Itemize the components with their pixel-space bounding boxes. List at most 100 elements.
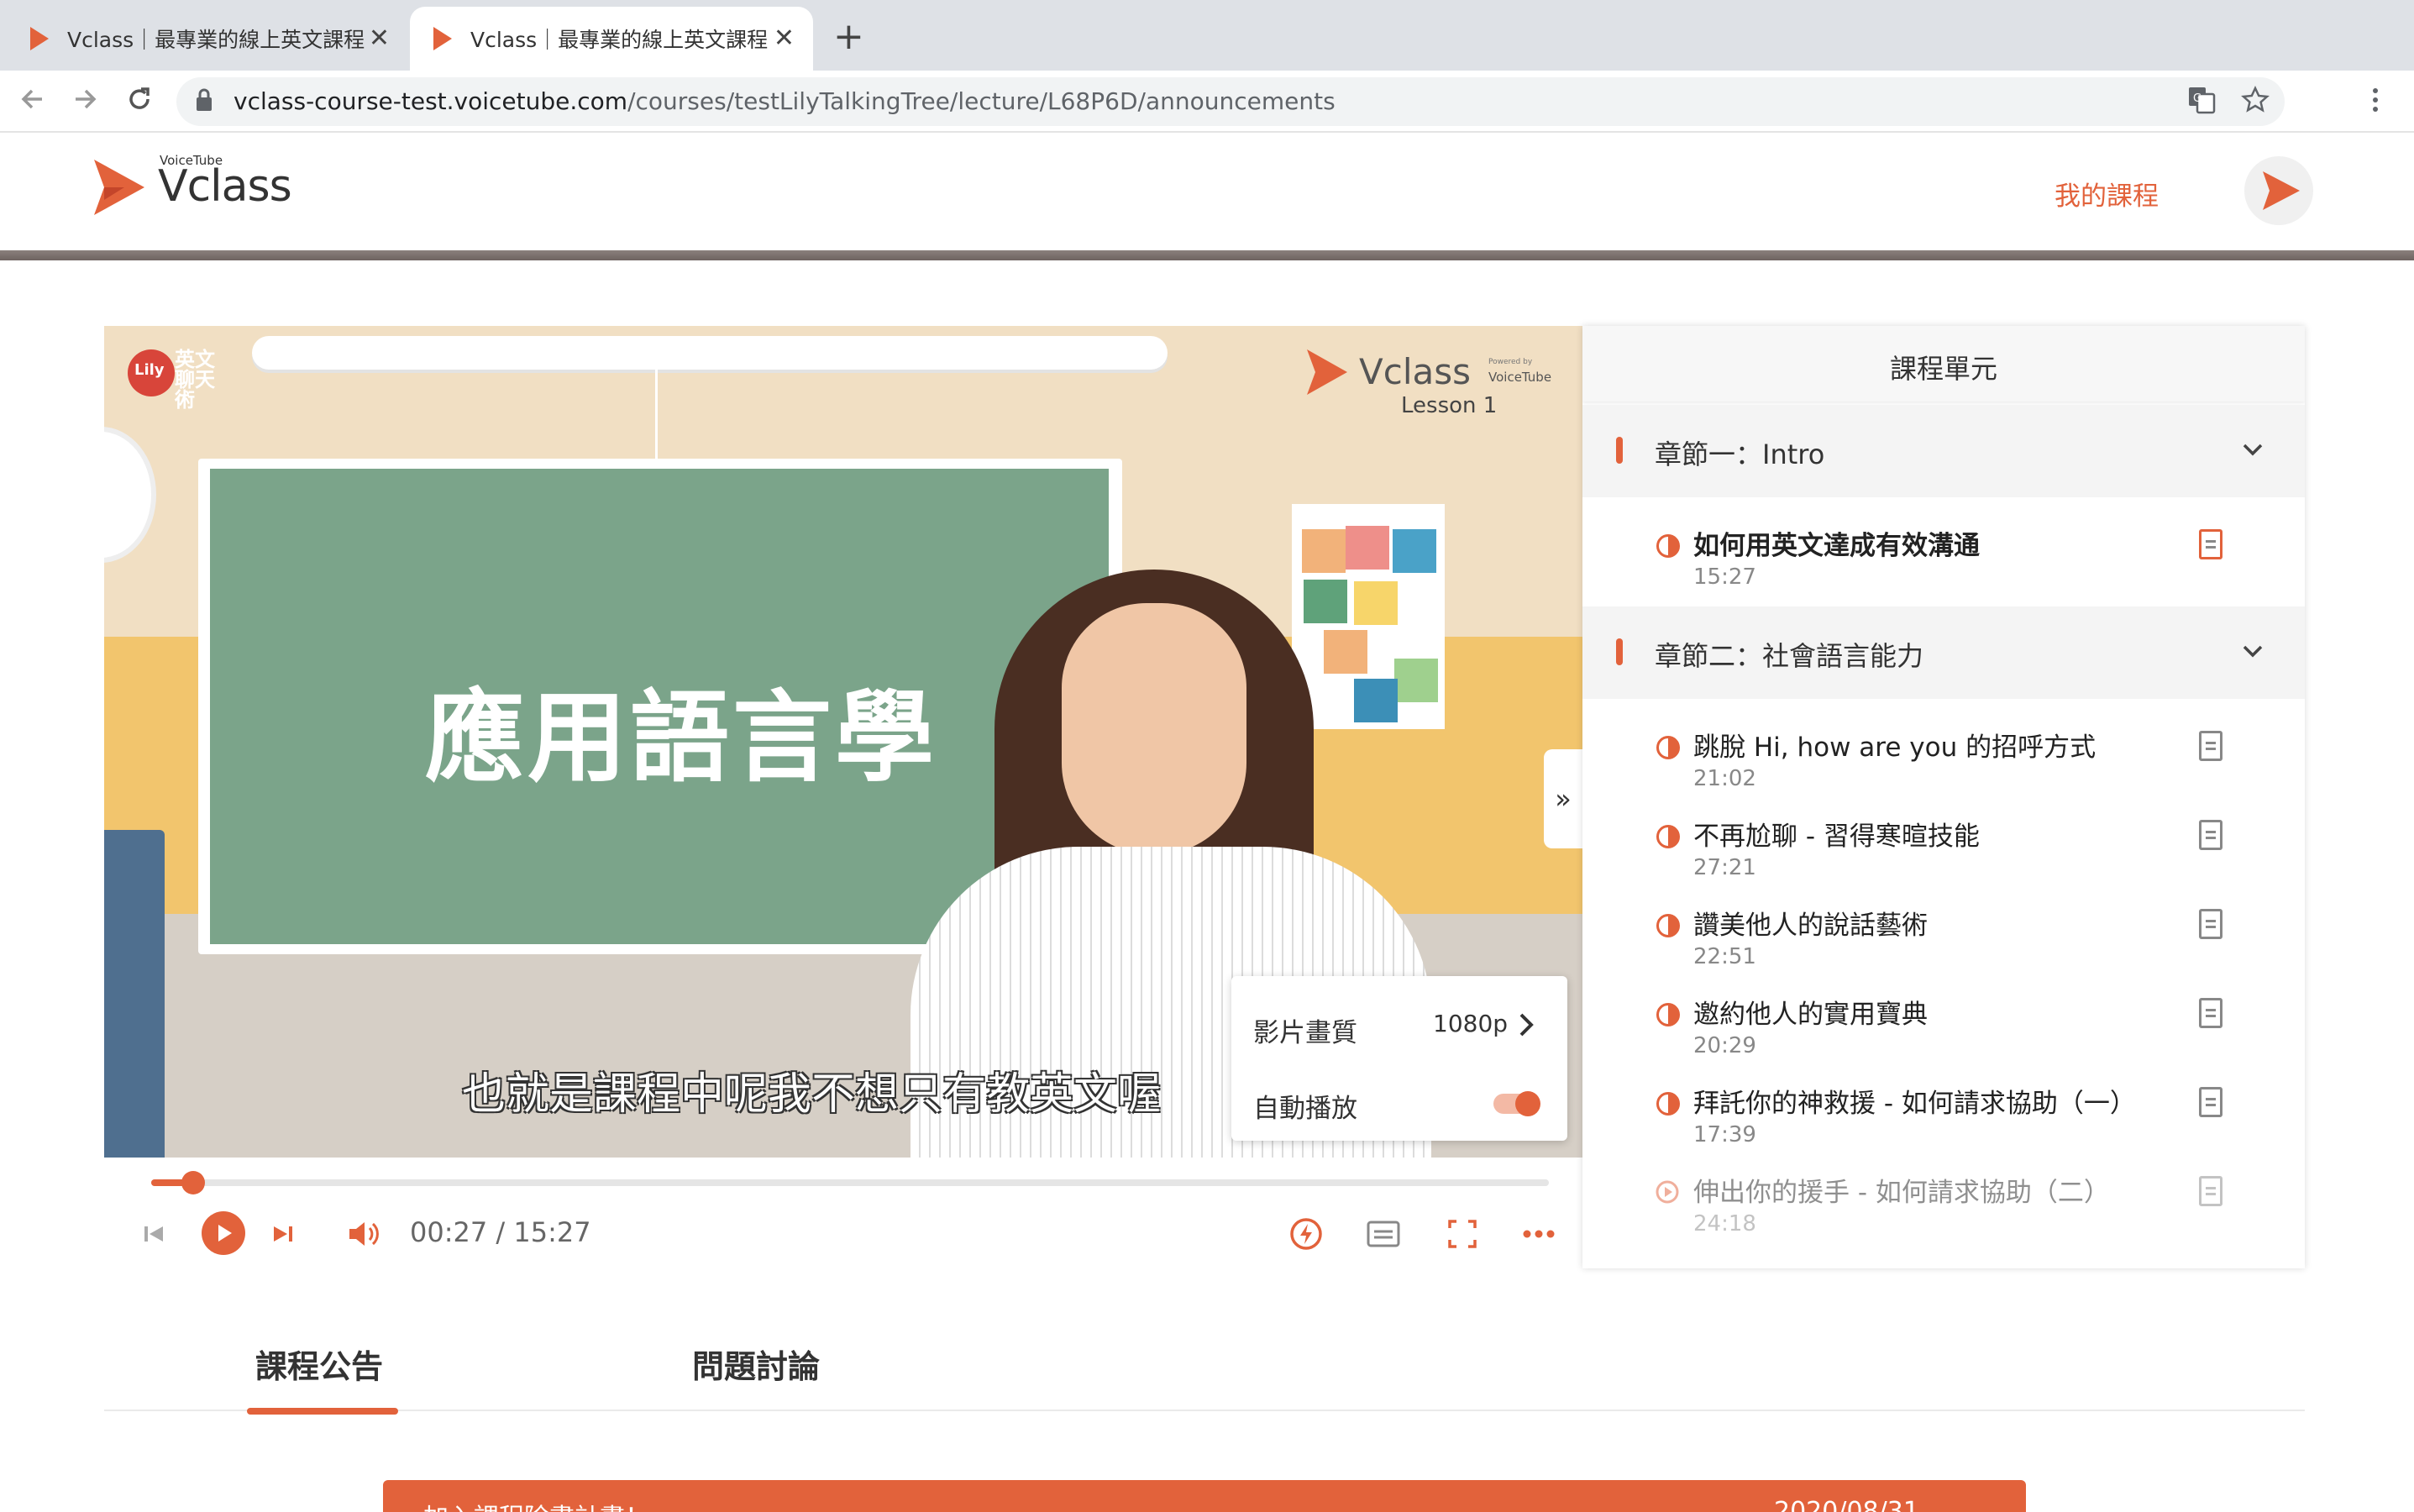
lesson-duration: 24:18 — [1693, 1211, 1756, 1236]
new-tab-button[interactable]: + — [833, 15, 864, 58]
tab-discussion[interactable]: 問題討論 — [692, 1341, 820, 1387]
chapter-header[interactable]: 章節二：社會語言能力 — [1582, 606, 2305, 699]
reload-icon[interactable] — [124, 84, 155, 114]
tab-title: Vclass｜最專業的線上英文課程 — [470, 28, 769, 52]
chevron-right-icon[interactable] — [1517, 1011, 1535, 1038]
lesson-notes-icon[interactable] — [2199, 1087, 2222, 1117]
autoplay-toggle[interactable] — [1493, 1091, 1540, 1116]
volume-icon[interactable] — [346, 1218, 383, 1250]
lesson-duration: 15:27 — [1693, 564, 1756, 590]
bookmark-star-icon[interactable] — [2241, 86, 2270, 114]
lesson-item[interactable]: 如何用英文達成有效溝通 15:27 — [1582, 522, 2305, 612]
announcement-title: 加入課程除書計畫！ — [423, 1497, 650, 1512]
lesson-title: 伸出你的援手 - 如何請求協助（二） — [1693, 1178, 2110, 1208]
projector-screen — [252, 336, 1168, 370]
double-chevron-icon: » — [1555, 783, 1572, 815]
quality-label: 影片畫質 — [1253, 1018, 1357, 1048]
lesson-duration: 21:02 — [1693, 766, 1756, 791]
lily-badge: Lily — [128, 349, 175, 396]
chevron-down-icon[interactable] — [2241, 643, 2264, 660]
lesson-progress-icon — [1656, 736, 1680, 759]
chalkboard-text: 應用語言學 — [425, 680, 938, 795]
vclass-favicon-icon — [30, 27, 49, 50]
play-circle-icon — [1656, 1180, 1679, 1204]
chevron-down-icon[interactable] — [2241, 442, 2264, 459]
chapter-header[interactable]: 章節一：Intro — [1582, 405, 2305, 497]
browser-tab-active[interactable]: Vclass｜最專業的線上英文課程 ✕ — [410, 7, 813, 71]
video-player[interactable]: 應用語言學 Lily 英文聊天術 Vclass Powered by Voice… — [104, 326, 1582, 1158]
close-tab-icon[interactable]: ✕ — [774, 24, 795, 53]
svg-text:G: G — [2193, 92, 2201, 105]
skip-next-icon[interactable] — [270, 1221, 296, 1247]
playback-speed-icon[interactable] — [1288, 1216, 1324, 1252]
skip-previous-icon[interactable] — [141, 1221, 166, 1247]
video-subtitle: 也就是課程中呢我不想只有教英文喔 — [462, 1069, 1162, 1120]
active-tab-indicator — [247, 1408, 398, 1415]
page-tabs — [104, 1294, 2305, 1411]
lesson-progress-icon — [1656, 825, 1680, 848]
lesson-title: 拜託你的神救援 - 如何請求協助（一） — [1693, 1089, 2136, 1119]
subtitles-icon[interactable] — [1366, 1220, 1401, 1248]
lily-badge-title: 英文聊天術 — [175, 348, 215, 412]
lesson-duration: 17:39 — [1693, 1122, 1756, 1147]
lesson-progress-icon — [1656, 914, 1680, 937]
lesson-title: 讚美他人的說話藝術 — [1693, 911, 1928, 941]
announcement-card-header[interactable]: 加入課程除書計畫！ 2020/08/31 — [383, 1480, 2026, 1512]
expand-sidebar-button[interactable]: » — [1544, 749, 1582, 848]
lesson-title: 不再尬聊 - 習得寒暄技能 — [1693, 822, 1980, 852]
lesson-item[interactable]: 伸出你的援手 - 如何請求協助（二） 24:18 — [1582, 1169, 2305, 1258]
lesson-duration: 22:51 — [1693, 944, 1756, 969]
url-text[interactable]: vclass-course-test.voicetube.com/courses… — [234, 87, 1336, 115]
play-button[interactable] — [200, 1210, 247, 1257]
sidebar-header: 課程單元 — [1582, 326, 2305, 402]
logo-vclass-text[interactable]: Vclass — [158, 161, 292, 212]
watermark-powered: Powered by — [1488, 358, 1533, 366]
more-options-icon[interactable] — [1522, 1228, 1556, 1240]
chapter-title: 章節一：Intro — [1655, 438, 1825, 470]
header-divider — [0, 250, 2414, 260]
lesson-notes-icon[interactable] — [2199, 909, 2222, 939]
lesson-notes-icon[interactable] — [2199, 1176, 2222, 1206]
lesson-notes-icon[interactable] — [2199, 820, 2222, 850]
lock-icon[interactable] — [195, 87, 213, 113]
time-display: 00:27 / 15:27 — [410, 1216, 591, 1248]
avatar-play-icon — [2263, 171, 2300, 210]
vclass-favicon-icon — [433, 27, 452, 50]
nav-my-courses-link[interactable]: 我的課程 — [2055, 175, 2159, 213]
lesson-title: 跳脫 Hi, how are you 的招呼方式 — [1693, 732, 2097, 763]
announcement-date: 2020/08/31 — [1774, 1497, 1919, 1512]
lesson-item[interactable]: 跳脫 Hi, how are you 的招呼方式 21:02 — [1582, 724, 2305, 813]
lesson-notes-icon[interactable] — [2199, 731, 2222, 761]
autoplay-label: 自動播放 — [1253, 1094, 1357, 1124]
quality-value[interactable]: 1080p — [1433, 1010, 1508, 1037]
player-controls: 00:27 / 15:27 — [104, 1158, 1582, 1268]
vclass-logo-icon[interactable] — [91, 156, 150, 218]
vclass-watermark-icon — [1307, 349, 1347, 395]
avatar[interactable] — [2244, 156, 2313, 225]
lesson-number: Lesson 1 — [1401, 393, 1498, 418]
back-icon[interactable] — [17, 84, 47, 114]
tab-announcements[interactable]: 課程公告 — [255, 1341, 383, 1387]
translate-icon[interactable]: G — [2187, 86, 2216, 114]
progress-track[interactable] — [151, 1179, 1549, 1186]
lesson-notes-icon[interactable] — [2199, 998, 2222, 1028]
progress-knob[interactable] — [181, 1171, 205, 1194]
course-units-sidebar: 課程單元 章節一：Intro 如何用英文達成有效溝通 15:27 章節二：社會語… — [1582, 326, 2305, 1268]
lesson-item[interactable]: 拜託你的神救援 - 如何請求協助（一） 17:39 — [1582, 1080, 2305, 1169]
fullscreen-icon[interactable] — [1446, 1218, 1478, 1250]
wall-clock — [104, 427, 156, 563]
lesson-item[interactable]: 邀約他人的實用寶典 20:29 — [1582, 991, 2305, 1080]
lesson-notes-icon[interactable] — [2199, 529, 2222, 559]
lesson-item[interactable]: 不再尬聊 - 習得寒暄技能 27:21 — [1582, 813, 2305, 902]
browser-menu-icon[interactable] — [2367, 86, 2384, 114]
chapter-marker — [1616, 638, 1623, 665]
close-tab-icon[interactable]: ✕ — [369, 24, 390, 53]
browser-tab[interactable]: Vclass｜最專業的線上英文課程 ✕ — [0, 7, 408, 71]
bookshelf — [104, 830, 165, 1158]
forward-icon[interactable] — [71, 84, 101, 114]
lesson-item[interactable]: 讚美他人的說話藝術 22:51 — [1582, 902, 2305, 991]
lesson-progress-icon — [1656, 1003, 1680, 1026]
sticky-note-board — [1292, 504, 1445, 729]
presenter-face — [1062, 603, 1246, 855]
site-header — [0, 133, 2414, 250]
